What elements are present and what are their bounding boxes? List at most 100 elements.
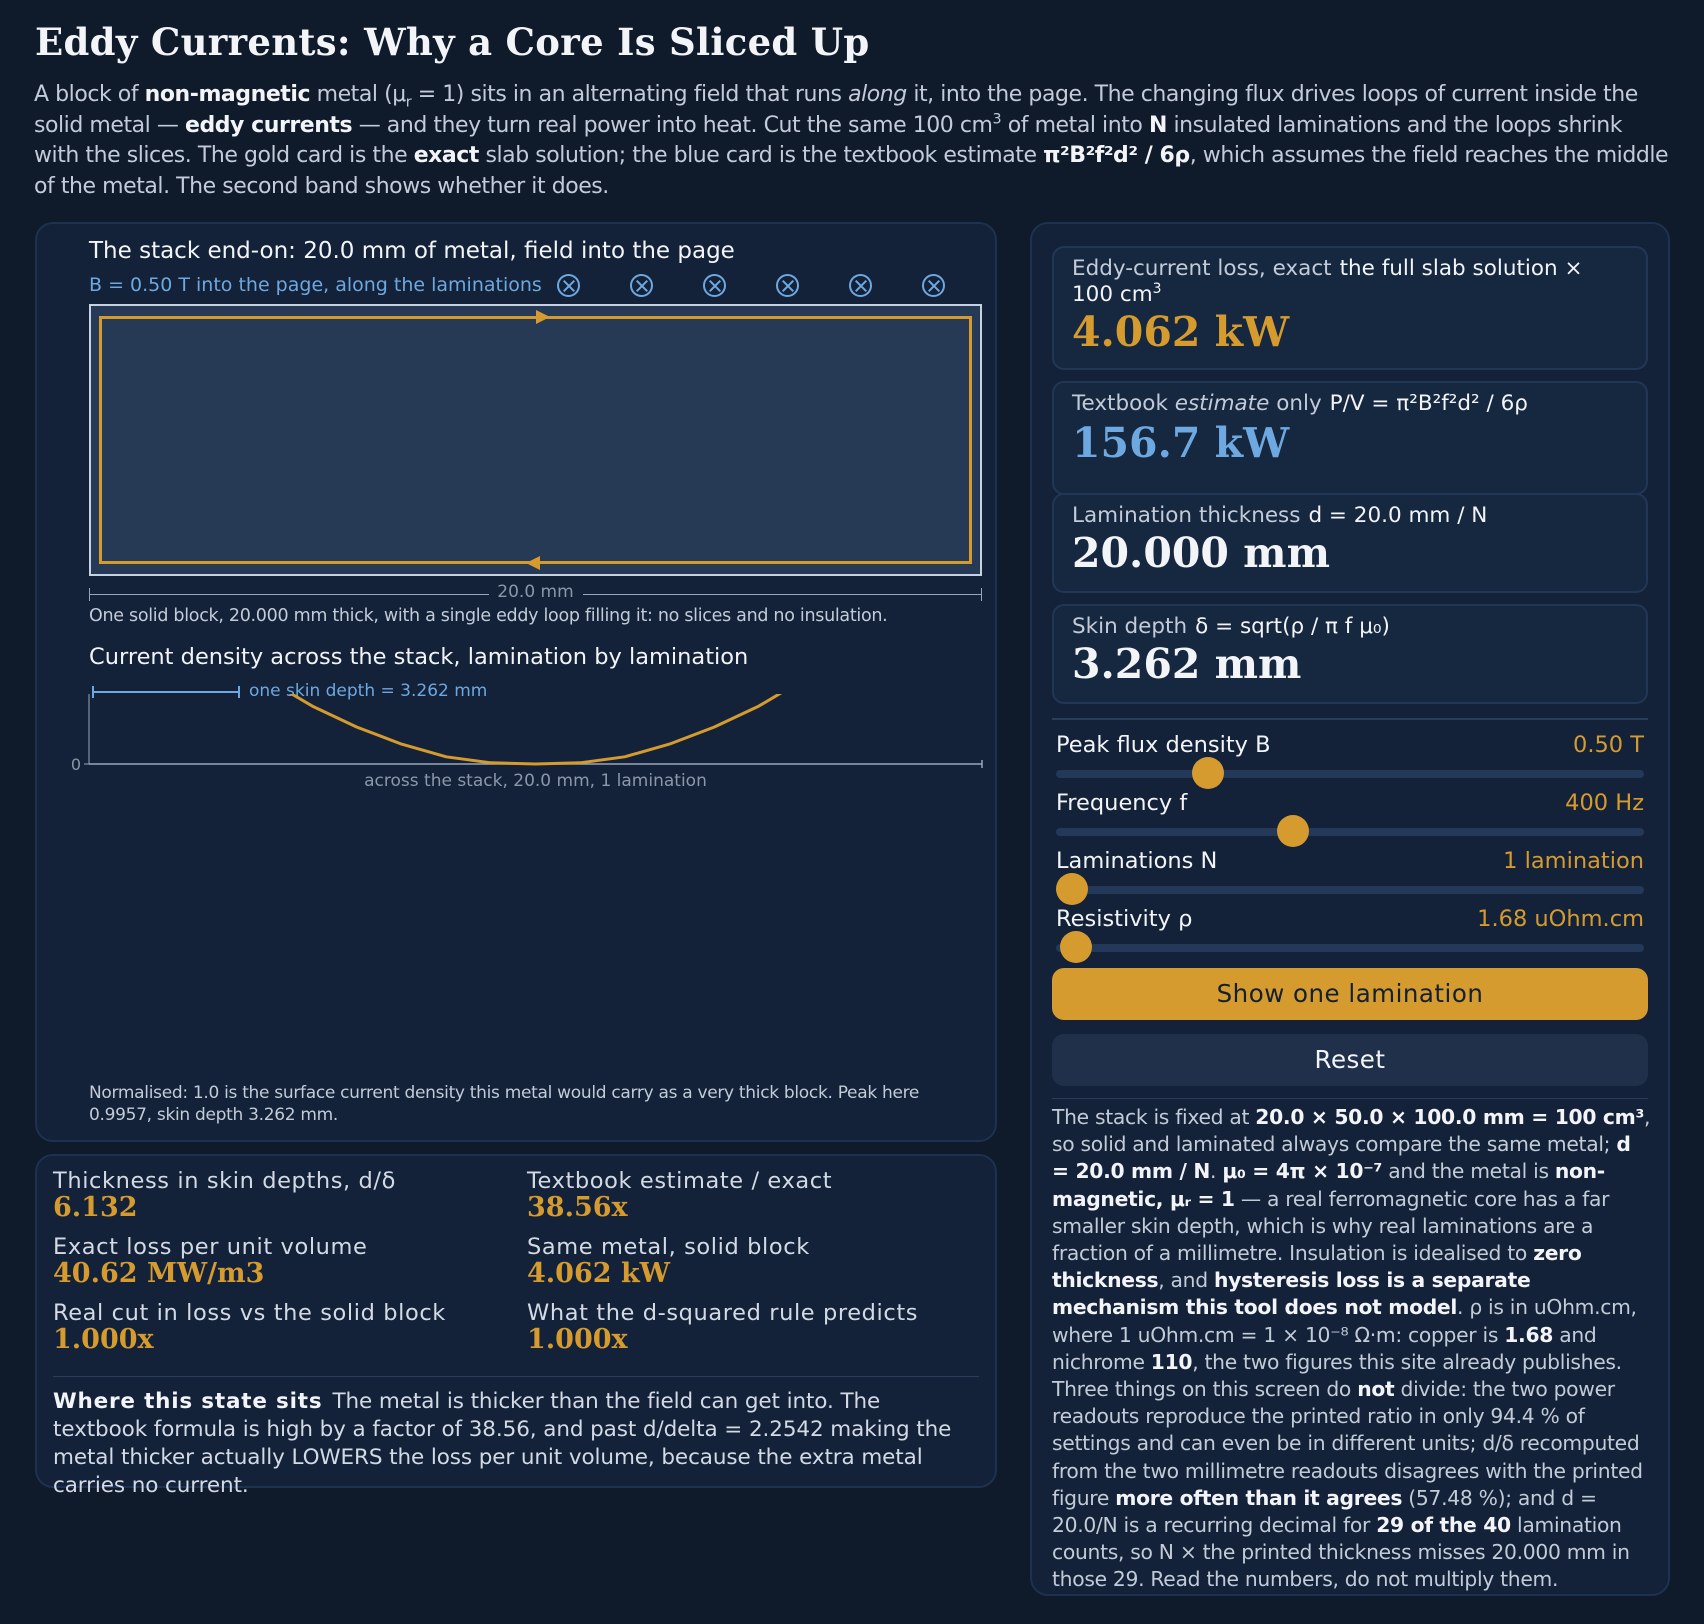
card-key-text: Eddy-current loss, exact — [1072, 256, 1332, 281]
field-into-page-icon — [630, 274, 653, 297]
reset-button[interactable]: Reset — [1052, 1034, 1648, 1086]
controls-panel: Eddy-current loss, exact the full slab so… — [1030, 222, 1670, 1596]
resistivity-slider[interactable]: Resistivity ρ 1.68 uOhm.cm — [1056, 898, 1644, 963]
state-heading: Where this state sits — [53, 1389, 323, 1414]
lamination-thickness-value: 20.000 mm — [1072, 529, 1330, 577]
intro-bold: eddy currents — [184, 112, 353, 138]
lamination-thickness-card: Lamination thickness d = 20.0 mm / N 20.0… — [1052, 493, 1648, 593]
slider-value: 1 lamination — [1503, 848, 1644, 874]
stat-d-squared: What the d-squared rule predicts 1.000x — [527, 1300, 918, 1355]
note-bold: 29 of the 40 — [1376, 1513, 1511, 1538]
note-text: and the metal is — [1382, 1159, 1555, 1184]
dimension-label: 20.0 mm — [497, 582, 574, 602]
stack-dimension: 20.0 mm — [89, 582, 982, 602]
intro-paragraph: A block of non-magnetic metal (μr = 1) s… — [34, 80, 1670, 202]
field-into-page-icon — [703, 274, 726, 297]
exact-loss-value: 4.062 kW — [1072, 308, 1290, 356]
page-title: Eddy Currents: Why a Core Is Sliced Up — [35, 20, 870, 64]
note-text: The stack is fixed at — [1052, 1105, 1256, 1129]
slider-label: Frequency f — [1056, 790, 1188, 816]
stack-diagram — [89, 304, 982, 576]
note-bold: not — [1357, 1377, 1395, 1402]
loop-arrow-left-icon — [526, 556, 540, 570]
stat-value: 6.132 — [53, 1192, 138, 1223]
stat-value: 4.062 kW — [527, 1258, 670, 1289]
card-superscript: 3 — [1152, 280, 1162, 297]
slider-track[interactable] — [1056, 944, 1644, 952]
note-bold: 110 — [1150, 1349, 1193, 1374]
density-note: Normalised: 1.0 is the surface current d… — [89, 1083, 920, 1125]
intro-emphasis: along — [848, 82, 907, 107]
eddy-current-loop — [99, 310, 972, 570]
slider-label: Laminations N — [1056, 848, 1218, 874]
divider — [1052, 718, 1648, 720]
exact-loss-card: Eddy-current loss, exact the full slab so… — [1052, 246, 1648, 370]
intro-bold: non-magnetic — [144, 82, 311, 107]
card-key-text: Skin depth — [1072, 614, 1188, 639]
note-text: . — [1210, 1159, 1223, 1184]
stat-value: 1.000x — [53, 1324, 154, 1355]
stat-label: Thickness in skin depths, d/δ — [53, 1168, 396, 1194]
intro-text: A block of — [34, 82, 145, 107]
note-bold: 20.0 × 50.0 × 100.0 mm = 100 cm³ — [1255, 1105, 1645, 1129]
app-frame: Eddy Currents: Why a Core Is Sliced Up A… — [0, 0, 1704, 1624]
intro-formula: π²B²f²d² / 6ρ — [1043, 143, 1190, 168]
slider-track[interactable] — [1056, 828, 1644, 836]
textbook-estimate-value: 156.7 kW — [1072, 419, 1290, 467]
stat-label: What the d-squared rule predicts — [527, 1300, 919, 1326]
slider-label: Peak flux density B — [1056, 732, 1271, 758]
slider-track[interactable] — [1056, 886, 1644, 894]
stat-solid-block: Same metal, solid block 4.062 kW — [527, 1234, 810, 1289]
intro-text: = 1) sits in an alternating field that r… — [411, 82, 849, 107]
field-into-page-icon — [557, 274, 580, 297]
stat-value: 38.56x — [527, 1192, 628, 1223]
divider — [53, 1376, 979, 1377]
skin-bar-line — [92, 691, 240, 693]
intro-text: slab solution; the blue card is the text… — [478, 143, 1044, 168]
stat-value: 1.000x — [527, 1324, 628, 1355]
field-into-page-icon — [776, 274, 799, 297]
density-chart: 00.51.0across the stack, 20.0 mm, 1 lami… — [71, 694, 983, 791]
note-text: , and — [1158, 1268, 1214, 1293]
density-title: Current density across the stack, lamina… — [89, 644, 749, 670]
card-formula: δ = sqrt(ρ / π f μ₀) — [1195, 614, 1390, 639]
card-key: Lamination thickness d = 20.0 mm / N — [1072, 503, 1626, 529]
stack-caption: One solid block, 20.000 mm thick, with a… — [89, 606, 888, 626]
intro-bold: exact — [413, 143, 480, 168]
textbook-estimate-card: Textbook estimate only P/V = π²B²f²d² / 6… — [1052, 381, 1648, 495]
x-axis-label: across the stack, 20.0 mm, 1 lamination — [364, 771, 707, 791]
field-into-page-icon — [849, 274, 872, 297]
card-key-text: Lamination thickness — [1072, 503, 1301, 528]
intro-text: of metal into — [1001, 112, 1149, 138]
stat-thickness: Thickness in skin depths, d/δ 6.132 — [53, 1168, 396, 1223]
slider-thumb[interactable] — [1060, 931, 1093, 963]
card-key: Skin depth δ = sqrt(ρ / π f μ₀) — [1072, 614, 1626, 640]
card-key-text: only — [1276, 391, 1322, 416]
note-bold: more often than it agrees — [1115, 1485, 1403, 1510]
divider — [1052, 1098, 1648, 1099]
intro-superscript: 3 — [992, 111, 1002, 128]
field-label: B = 0.50 T into the page, along the lami… — [89, 274, 542, 296]
skin-depth-value: 3.262 mm — [1072, 640, 1302, 688]
y-tick-label: 0 — [71, 755, 81, 774]
card-formula: P/V = π²B²f²d² / 6ρ — [1329, 391, 1528, 416]
stat-label: Textbook estimate / exact — [527, 1168, 833, 1194]
stats-panel: Thickness in skin depths, d/δ 6.132 Text… — [35, 1154, 997, 1498]
show-one-lamination-button[interactable]: Show one lamination — [1052, 968, 1648, 1020]
stat-real-cut: Real cut in loss vs the solid block 1.00… — [53, 1300, 446, 1355]
frequency-slider[interactable]: Frequency f 400 Hz — [1056, 782, 1644, 847]
field-into-page-icon — [922, 274, 945, 297]
laminations-slider[interactable]: Laminations N 1 lamination — [1056, 840, 1644, 905]
slider-label: Resistivity ρ — [1056, 906, 1193, 932]
loop-arrow-right-icon — [536, 310, 550, 324]
card-key-emphasis: estimate — [1174, 391, 1270, 416]
slider-track[interactable] — [1056, 770, 1644, 778]
flux-density-slider[interactable]: Peak flux density B 0.50 T — [1056, 724, 1644, 789]
stat-label: Same metal, solid block — [527, 1234, 810, 1260]
stat-ratio: Textbook estimate / exact 38.56x — [527, 1168, 832, 1223]
slider-value: 0.50 T — [1573, 732, 1644, 758]
stat-label: Exact loss per unit volume — [53, 1234, 368, 1260]
model-notes: The stack is fixed at 20.0 × 50.0 × 100.… — [1052, 1104, 1652, 1594]
intro-text: — and they turn real power into heat. Cu… — [352, 112, 993, 138]
note-bold: μ₀ = 4π × 10⁻⁷ — [1222, 1159, 1383, 1184]
